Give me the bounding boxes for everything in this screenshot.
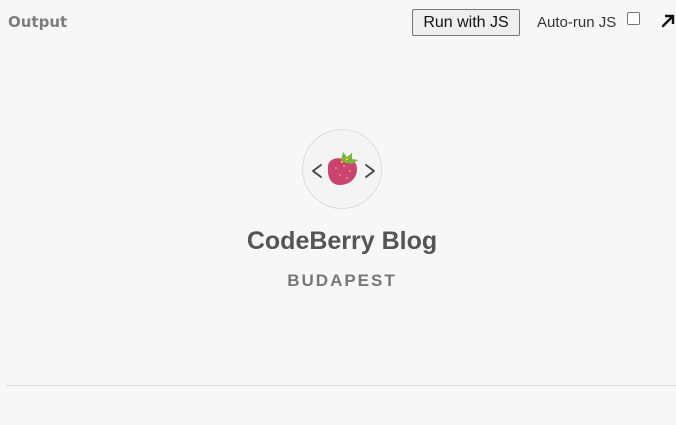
output-panel: Output Run with JS Auto-run JS CodeBerry… <box>0 0 676 425</box>
blog-title: CodeBerry Blog <box>246 227 438 255</box>
run-with-js-button[interactable]: Run with JS <box>412 9 520 36</box>
logo <box>302 129 382 209</box>
blog-subtitle: BUDAPEST <box>287 271 397 290</box>
autorun-label: Auto-run JS <box>537 14 617 31</box>
autorun-checkbox[interactable] <box>627 12 640 25</box>
output-label: Output <box>8 13 68 31</box>
divider <box>6 385 676 386</box>
strawberry-code-icon <box>312 152 375 185</box>
expand-arrow-icon[interactable] <box>660 12 676 30</box>
